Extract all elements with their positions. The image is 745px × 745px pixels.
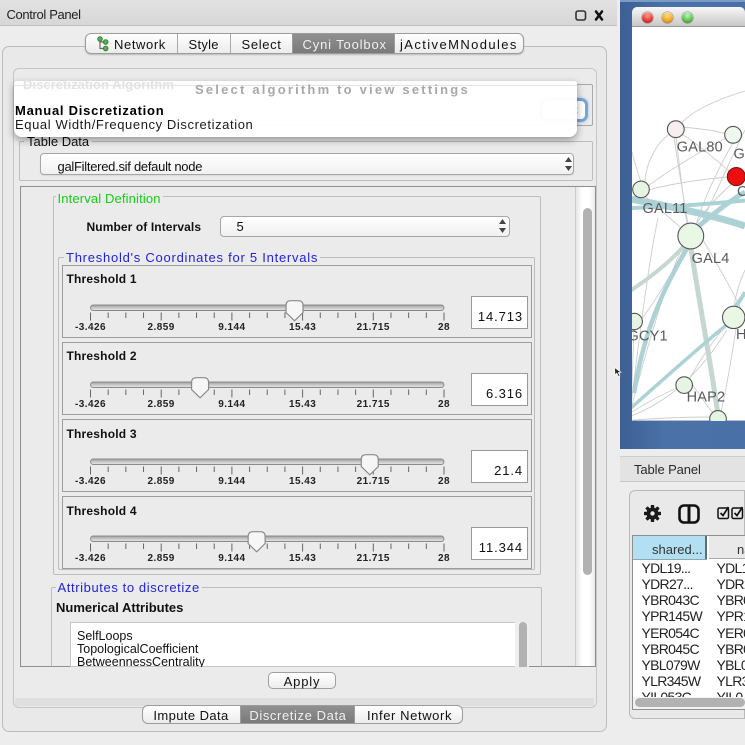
svg-text:GAL11: GAL11: [643, 201, 688, 217]
svg-text:GAL4: GAL4: [692, 251, 730, 267]
svg-text:GAL80: GAL80: [677, 140, 723, 156]
svg-text:HAP2: HAP2: [687, 390, 726, 406]
svg-text:GA: GA: [734, 147, 745, 163]
svg-text:C: C: [737, 184, 745, 200]
svg-text:H: H: [736, 327, 745, 343]
svg-text:GCY1: GCY1: [632, 328, 668, 344]
